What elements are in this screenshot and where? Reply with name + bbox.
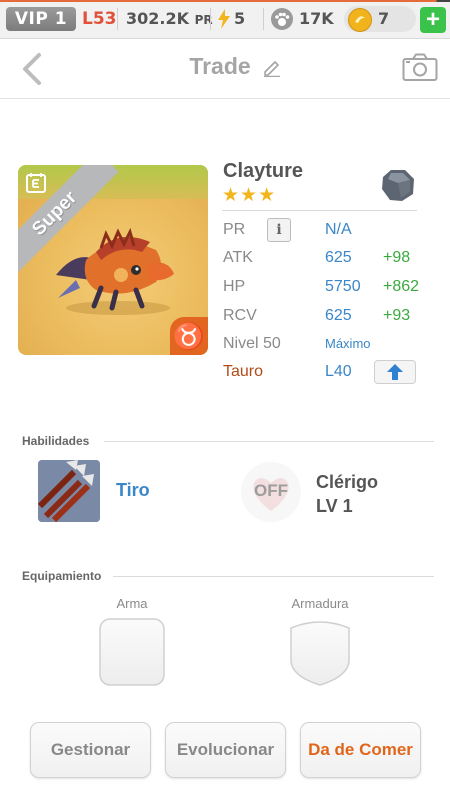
skill-name[interactable]: Tiro	[116, 480, 150, 501]
player-level: L53	[82, 9, 117, 29]
arrows-icon	[38, 460, 100, 522]
paw-count: 17K	[299, 9, 334, 28]
skills-divider	[104, 441, 434, 442]
armor-slot[interactable]	[287, 618, 353, 686]
arrow-up-icon	[387, 364, 403, 380]
pencil-icon[interactable]	[262, 57, 282, 77]
hp-bonus: +862	[383, 278, 420, 295]
pr-value: N/A	[325, 221, 352, 238]
earth-element-icon	[382, 170, 414, 201]
divider	[117, 8, 118, 30]
coin-icon	[348, 8, 372, 32]
stats-divider	[222, 210, 417, 211]
equipment-section-title: Equipamiento	[22, 569, 102, 583]
creature-name: Clayture	[223, 160, 304, 182]
feed-button[interactable]: Da de Comer	[300, 722, 421, 778]
evolve-button[interactable]: Evolucionar	[165, 722, 286, 778]
header-divider	[0, 98, 450, 99]
creature-portrait[interactable]: Super ♉	[18, 165, 208, 355]
zodiac-level: L40	[325, 363, 352, 380]
zodiac-label: Tauro	[223, 363, 264, 380]
spirit-off-label: OFF	[254, 481, 288, 500]
weapon-slot[interactable]	[99, 618, 165, 686]
power-rating: 302.2K PR	[126, 7, 213, 31]
rcv-label: RCV	[223, 307, 257, 324]
divider	[263, 8, 264, 30]
atk-value: 625	[325, 249, 352, 266]
add-coins-button[interactable]: +	[420, 7, 446, 33]
paw-icon	[271, 8, 293, 30]
equipment-divider	[113, 576, 434, 577]
atk-bonus: +98	[383, 249, 411, 266]
divider	[210, 8, 211, 30]
camera-icon[interactable]	[402, 52, 438, 82]
spirit-info[interactable]: Clérigo LV 1	[316, 470, 378, 518]
power-value: 302.2K	[126, 9, 190, 28]
creature-image	[56, 227, 174, 315]
vip-badge[interactable]: VIP 1	[6, 7, 76, 31]
spirit-level: LV 1	[316, 496, 353, 516]
weapon-label: Arma	[116, 596, 148, 611]
status-bar: VIP 1 L53 302.2K PR 5 17K 7 +	[0, 0, 450, 39]
hp-label: HP	[223, 278, 246, 295]
armor-label: Armadura	[291, 596, 349, 611]
pr-label: PR	[223, 221, 246, 238]
page-title: Trade	[0, 53, 450, 80]
skill-icon[interactable]	[38, 460, 100, 522]
rcv-value: 625	[325, 307, 352, 324]
page-title-text: Trade	[189, 53, 251, 79]
energy-count: 5	[234, 9, 246, 28]
level-label: Nivel 50	[223, 335, 281, 352]
level-max: Máximo	[325, 336, 371, 351]
zodiac-upgrade-button[interactable]	[374, 360, 416, 384]
info-button[interactable]: i	[267, 218, 291, 242]
creaturepedia-icon[interactable]	[25, 172, 47, 194]
skills-section-title: Habilidades	[22, 434, 90, 448]
coin-count: 7	[378, 9, 390, 28]
lightning-icon	[218, 9, 230, 29]
atk-label: ATK	[223, 249, 253, 266]
taurus-icon: ♉	[170, 317, 208, 355]
top-progress-line	[0, 0, 450, 2]
rcv-bonus: +93	[383, 307, 411, 324]
hp-value: 5750	[325, 278, 361, 295]
manage-button[interactable]: Gestionar	[30, 722, 151, 778]
star-rating: ★★★	[222, 185, 277, 206]
spirit-name: Clérigo	[316, 472, 379, 492]
